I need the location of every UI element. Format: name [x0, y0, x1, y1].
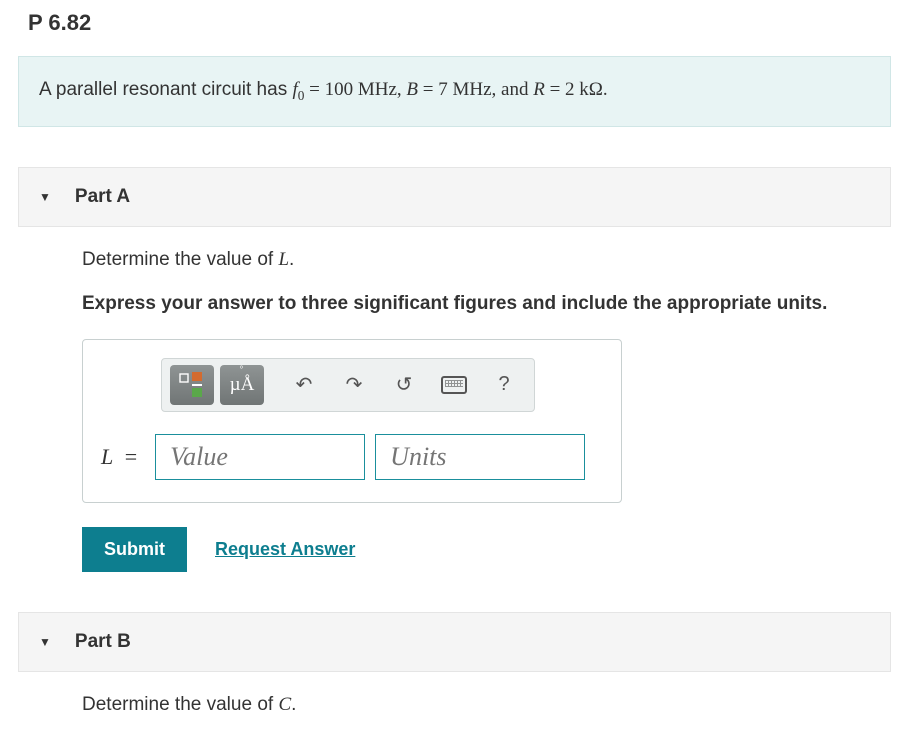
var-R: R: [533, 79, 545, 100]
part-a-label: Part A: [75, 186, 130, 208]
part-a-header[interactable]: ▼ Part A: [18, 167, 891, 227]
collapse-icon: ▼: [39, 190, 51, 204]
units-label: µÅ: [230, 374, 255, 395]
answer-box: ° µÅ ↶ ↷ ↺ ? L =: [82, 339, 622, 503]
request-answer-link[interactable]: Request Answer: [215, 539, 355, 560]
value-input[interactable]: [155, 434, 365, 480]
collapse-icon: ▼: [39, 635, 51, 649]
f0-value: = 100 MHz,: [304, 79, 406, 100]
part-b-label: Part B: [75, 631, 131, 653]
submit-row: Submit Request Answer: [82, 527, 891, 572]
help-icon: ?: [498, 373, 509, 396]
part-a-body: Determine the value of L. Express your a…: [82, 249, 891, 572]
units-input[interactable]: [375, 434, 585, 480]
question-prefix: Determine the value of: [82, 694, 278, 715]
undo-icon: ↶: [296, 372, 313, 397]
part-a-instruction: Express your answer to three significant…: [82, 293, 891, 315]
input-row: L =: [101, 434, 603, 480]
question-var-C: C: [278, 694, 291, 715]
redo-icon: ↷: [346, 372, 363, 397]
undo-button[interactable]: ↶: [282, 365, 326, 405]
input-variable-label: L =: [101, 444, 137, 470]
part-b-body: Determine the value of C.: [82, 694, 891, 716]
help-button[interactable]: ?: [482, 365, 526, 405]
templates-button[interactable]: [170, 365, 214, 405]
answer-toolbar: ° µÅ ↶ ↷ ↺ ?: [161, 358, 535, 412]
B-value: = 7 MHz, and: [418, 79, 533, 100]
question-suffix: .: [291, 694, 296, 715]
reset-button[interactable]: ↺: [382, 365, 426, 405]
part-a-question: Determine the value of L.: [82, 249, 891, 271]
units-button[interactable]: ° µÅ: [220, 365, 264, 405]
fraction-icon: [178, 372, 206, 398]
submit-button[interactable]: Submit: [82, 527, 187, 572]
R-value: = 2 kΩ.: [545, 79, 608, 100]
keyboard-button[interactable]: [432, 365, 476, 405]
reset-icon: ↺: [396, 372, 413, 397]
input-eq: =: [119, 444, 137, 469]
part-b-header[interactable]: ▼ Part B: [18, 612, 891, 672]
problem-statement: A parallel resonant circuit has f0 = 100…: [18, 56, 891, 127]
question-var-L: L: [278, 249, 289, 270]
var-B: B: [406, 79, 418, 100]
question-suffix: .: [289, 249, 294, 270]
part-b-question: Determine the value of C.: [82, 694, 891, 716]
problem-number: P 6.82: [28, 10, 909, 36]
statement-text: A parallel resonant circuit has: [39, 79, 292, 100]
keyboard-icon: [441, 376, 467, 394]
redo-button[interactable]: ↷: [332, 365, 376, 405]
question-prefix: Determine the value of: [82, 249, 278, 270]
input-var: L: [101, 444, 113, 469]
